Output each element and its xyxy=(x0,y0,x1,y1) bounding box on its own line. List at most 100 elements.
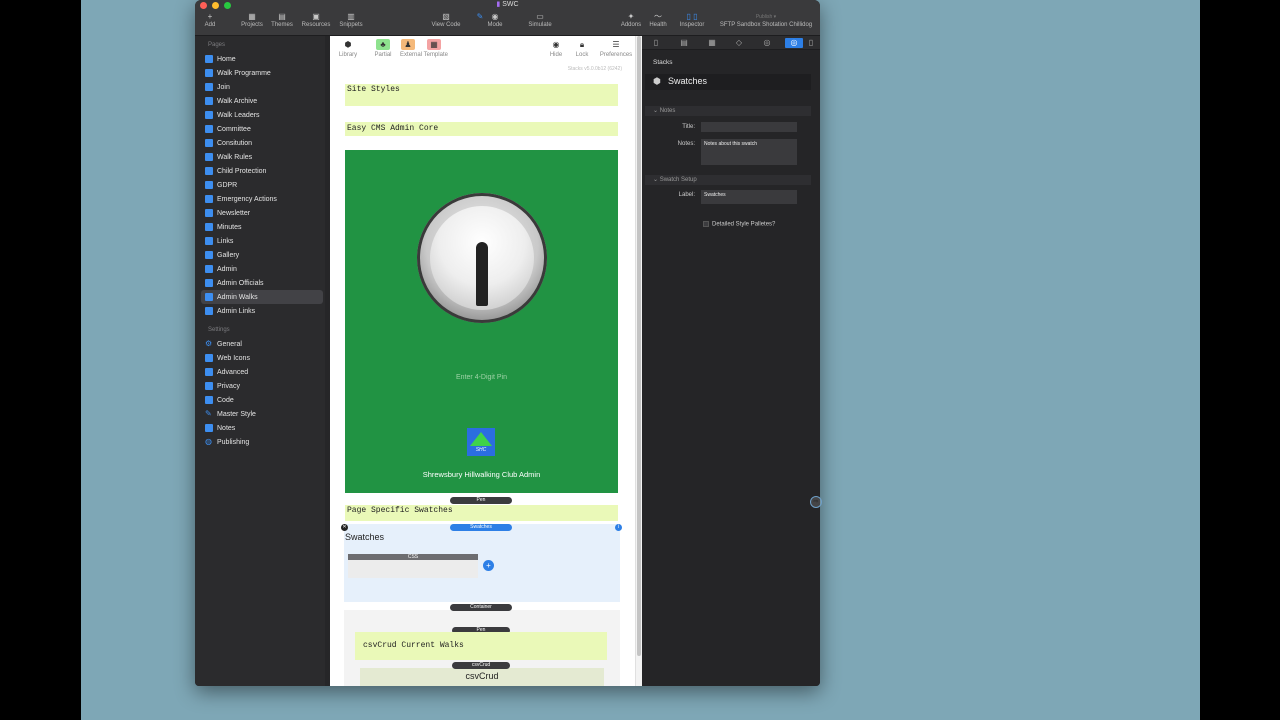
lock-icon: 🔒︎ xyxy=(579,40,585,49)
sidebar-item-walk-leaders[interactable]: Walk Leaders xyxy=(201,108,323,122)
health-button[interactable]: 〜 Health xyxy=(647,12,669,29)
sidebar-item-web-icons[interactable]: Web Icons xyxy=(201,351,323,365)
sidebar-item-child-protection[interactable]: Child Protection xyxy=(201,164,323,178)
detailed-style-checkbox[interactable]: Detailed Style Palletes? xyxy=(703,221,775,228)
scrollbar-thumb[interactable] xyxy=(637,36,641,656)
title-field[interactable] xyxy=(701,122,797,132)
page-editor[interactable]: ⬢ Library ♣ Partial ♟ ▦ External Template ◉… xyxy=(330,36,642,686)
page-icon xyxy=(205,111,213,119)
notes-group-header[interactable]: ⌄ Notes xyxy=(645,106,811,116)
simulate-button[interactable]: ▭ Simulate xyxy=(525,12,555,29)
page-icon xyxy=(205,265,213,273)
tab-layers[interactable]: ◎ xyxy=(762,38,772,48)
page-icon xyxy=(205,181,213,189)
sidebar-item-gdpr[interactable]: GDPR xyxy=(201,178,323,192)
hide-button[interactable]: ◉ Hide xyxy=(544,39,568,59)
themes-button[interactable]: ▤ Themes xyxy=(269,12,295,29)
swatches-stack[interactable]: Swatches CSS + xyxy=(344,524,620,602)
tab-stack[interactable]: ◎ xyxy=(785,38,803,48)
info-icon[interactable]: i xyxy=(615,524,622,531)
sidebar-item-minutes[interactable]: Minutes xyxy=(201,220,323,234)
chevron-down-icon: ⌄ xyxy=(653,177,660,183)
sidebar-item-privacy[interactable]: Privacy xyxy=(201,379,323,393)
sidebar-item-join[interactable]: Join xyxy=(201,80,323,94)
sidebar-item-publishing[interactable]: ◍ Publishing xyxy=(201,435,323,449)
tab-document[interactable]: ▦ xyxy=(707,38,717,48)
label-field[interactable]: Swatches xyxy=(701,190,797,204)
publish-target-button[interactable]: Publish ▾ SFTP Sandbox Shotation Chillido… xyxy=(715,12,817,29)
pen-pill[interactable]: Pen xyxy=(450,497,512,504)
sidebar-item-gallery[interactable]: Gallery xyxy=(201,248,323,262)
eye-icon: ◉ xyxy=(552,40,560,49)
sidebar-item-consitution[interactable]: Consitution xyxy=(201,136,323,150)
sidebar-item-code[interactable]: Code xyxy=(201,393,323,407)
partial-button[interactable]: ♣ Partial xyxy=(371,39,395,59)
page-icon xyxy=(205,251,213,259)
snippets-button[interactable]: ▥ Snippets xyxy=(336,12,366,29)
sidebar-item-admin-officials[interactable]: Admin Officials xyxy=(201,276,323,290)
add-swatch-button[interactable]: + xyxy=(483,560,494,571)
close-icon[interactable]: ✕ xyxy=(341,524,348,531)
admin-login-stack[interactable]: Enter 4-Digit Pin SHC Shrewsbury Hillwal… xyxy=(345,150,618,493)
sidebar: Pages Home Walk Programme Join Walk Arch… xyxy=(195,36,325,686)
page-icon xyxy=(205,125,213,133)
sidebar-item-walk-programme[interactable]: Walk Programme xyxy=(201,66,323,80)
sidebar-item-links[interactable]: Links xyxy=(201,234,323,248)
checkbox-box[interactable] xyxy=(703,221,709,227)
add-button[interactable]: + Add xyxy=(202,12,218,29)
preferences-button[interactable]: ☰ Preferences xyxy=(596,39,636,59)
page-icon xyxy=(205,307,213,315)
sidebar-item-walk-archive[interactable]: Walk Archive xyxy=(201,94,323,108)
css-swatch-row[interactable] xyxy=(348,560,478,578)
lock-button[interactable]: 🔒︎ Lock xyxy=(570,39,594,59)
inspector-button[interactable]: ▯ ▯ Inspector xyxy=(675,12,709,29)
container-pill[interactable]: Container xyxy=(450,604,512,611)
lock-image xyxy=(417,193,547,323)
settings-header: Settings xyxy=(208,327,230,333)
gear-icon: ⚙ xyxy=(205,339,213,348)
csvcrud-current-walks-stack[interactable]: csvCrud Current Walks xyxy=(355,632,607,660)
sidebar-item-advanced[interactable]: Advanced xyxy=(201,365,323,379)
sidebar-item-general[interactable]: ⚙ General xyxy=(201,337,323,351)
csvcrud-stack[interactable]: csvCrud xyxy=(360,668,604,686)
projects-button[interactable]: ▦ Projects xyxy=(239,12,265,29)
page-icon xyxy=(205,139,213,147)
swatch-setup-group-header[interactable]: ⌄ Swatch Setup xyxy=(645,175,811,185)
tab-layout[interactable]: ▤ xyxy=(679,38,689,48)
code-icon: ▧ xyxy=(442,12,450,21)
easy-cms-stack[interactable]: Easy CMS Admin Core xyxy=(345,122,618,136)
pin-input[interactable]: Enter 4-Digit Pin xyxy=(345,374,618,381)
page-icon xyxy=(205,293,213,301)
sidebar-item-newsletter[interactable]: Newsletter xyxy=(201,206,323,220)
page-icon xyxy=(205,279,213,287)
csvcrud-pill[interactable]: csvCrud xyxy=(452,662,510,669)
swatches-pill[interactable]: Swatches xyxy=(450,524,512,531)
window-toolbar: ▮ SWC + Add ▦ Projects ▤ Themes ▣ Resources … xyxy=(195,0,820,36)
sidebar-item-admin-walks[interactable]: Admin Walks xyxy=(201,290,323,304)
site-styles-stack[interactable]: Site Styles xyxy=(345,84,618,106)
sidebar-item-emergency-actions[interactable]: Emergency Actions xyxy=(201,192,323,206)
mode-button[interactable]: ◉ Mode xyxy=(483,12,507,29)
mouse-cursor: ⇨ xyxy=(810,496,822,508)
sidebar-item-notes[interactable]: Notes xyxy=(201,421,323,435)
view-code-button[interactable]: ▧ View Code xyxy=(428,12,464,29)
layers-icon: ◎ xyxy=(763,38,771,47)
tab-style[interactable]: ◇ xyxy=(734,38,744,48)
library-button[interactable]: ⬢ Library xyxy=(336,39,360,59)
sidebar-item-walk-rules[interactable]: Walk Rules xyxy=(201,150,323,164)
sidebar-item-admin[interactable]: Admin xyxy=(201,262,323,276)
sidebar-item-home[interactable]: Home xyxy=(201,52,323,66)
sidebar-item-admin-links[interactable]: Admin Links xyxy=(201,304,323,318)
external-template-button[interactable]: ▦ External Template xyxy=(396,39,452,59)
editor-scrollbar[interactable] xyxy=(635,36,642,686)
tab-more[interactable]: ▯ xyxy=(806,38,816,48)
page-specific-swatches-stack[interactable]: Page Specific Swatches xyxy=(345,505,618,521)
sidebar-item-committee[interactable]: Committee xyxy=(201,122,323,136)
version-label: Stacks v5.0.0b12 (6242) xyxy=(567,66,622,72)
tab-page[interactable]: ▯ xyxy=(651,38,661,48)
resources-button[interactable]: ▣ Resources xyxy=(300,12,332,29)
page-icon: ▯ xyxy=(653,38,659,47)
sidebar-item-master-style[interactable]: ✎ Master Style xyxy=(201,407,323,421)
addons-button[interactable]: ✦ Addons xyxy=(619,12,643,29)
notes-field[interactable]: Notes about this swatch xyxy=(701,139,797,165)
